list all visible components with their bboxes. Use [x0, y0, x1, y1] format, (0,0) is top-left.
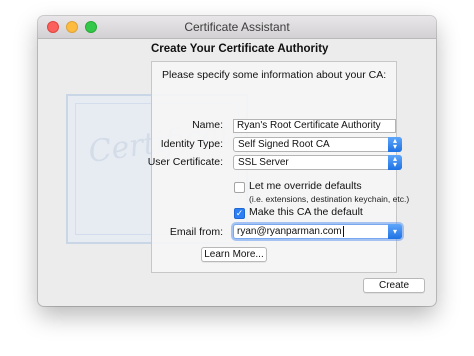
- text-cursor: [342, 226, 344, 237]
- user-certificate-label: User Certificate:: [147, 156, 223, 168]
- override-defaults-note: (i.e. extensions, destination keychain, …: [249, 194, 410, 204]
- user-certificate-value: SSL Server: [238, 157, 289, 168]
- identity-type-label: Identity Type:: [160, 138, 223, 150]
- window-title: Certificate Assistant: [184, 20, 290, 34]
- user-certificate-popup[interactable]: SSL Server ▴ ▾: [233, 155, 402, 170]
- learn-more-button[interactable]: Learn More...: [201, 247, 267, 262]
- email-from-label: Email from:: [169, 226, 223, 238]
- identity-type-value: Self Signed Root CA: [238, 139, 330, 150]
- page-heading: Create Your Certificate Authority: [151, 43, 329, 55]
- form-intro-text: Please specify some information about yo…: [162, 69, 387, 81]
- create-button[interactable]: Create: [363, 278, 425, 293]
- make-default-checkbox[interactable]: ✓: [234, 208, 245, 219]
- ca-form-panel: Please specify some information about yo…: [147, 61, 409, 273]
- name-field[interactable]: Ryan's Root Certificate Authority: [233, 119, 396, 133]
- email-from-value: ryan@ryanparman.com: [237, 226, 342, 237]
- title-bar: Certificate Assistant: [38, 16, 436, 39]
- checkmark-icon: ✓: [235, 208, 244, 218]
- identity-type-popup[interactable]: Self Signed Root CA ▴ ▾: [233, 137, 402, 152]
- certificate-assistant-window: Certificate Assistant Create Your Certif…: [38, 16, 436, 306]
- make-default-label: Make this CA the default: [249, 206, 363, 218]
- override-defaults-label: Let me override defaults: [249, 180, 362, 192]
- up-down-chevron-icon: ▴ ▾: [388, 155, 402, 170]
- override-defaults-checkbox[interactable]: [234, 182, 245, 193]
- name-label: Name:: [192, 119, 223, 131]
- up-down-chevron-icon: ▴ ▾: [388, 137, 402, 152]
- chevron-down-icon[interactable]: ▾: [388, 224, 402, 239]
- email-from-combobox[interactable]: ryan@ryanparman.com ▾: [233, 224, 402, 239]
